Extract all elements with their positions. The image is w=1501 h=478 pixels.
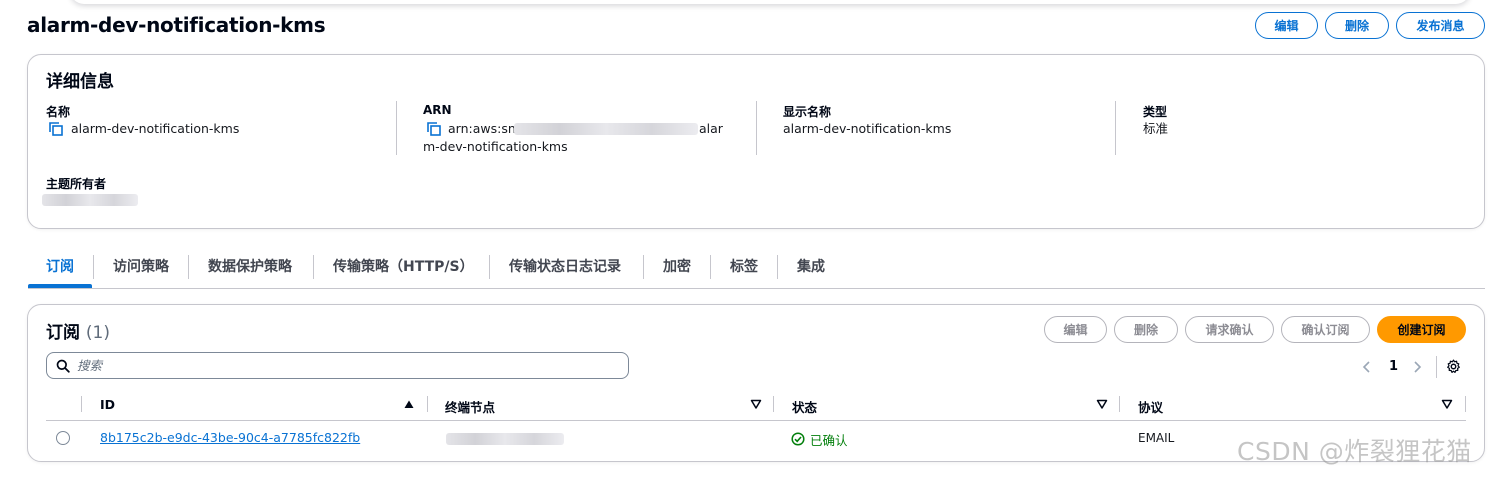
tab-divider	[710, 255, 711, 279]
delete-subscription-button[interactable]: 删除	[1114, 316, 1178, 343]
settings-gear-icon[interactable]	[1446, 359, 1461, 374]
delete-topic-button[interactable]: 删除	[1325, 12, 1389, 39]
tab-access-policy[interactable]: 访问策略	[113, 256, 169, 280]
page-title: alarm-dev-notification-kms	[27, 13, 326, 37]
tab-divider	[188, 255, 189, 279]
tab-divider	[643, 255, 644, 279]
tabs-baseline	[28, 288, 1485, 289]
sort-caret-down-icon[interactable]	[750, 398, 762, 410]
search-box[interactable]	[46, 352, 629, 379]
tab-encryption[interactable]: 加密	[663, 256, 691, 280]
details-title: 详细信息	[46, 72, 114, 92]
column-header-status[interactable]: 状态	[792, 397, 817, 416]
arn-value-start: arn:aws:sns	[448, 121, 523, 136]
subscription-id-link[interactable]: 8b175c2b-e9dc-43be-90c4-a7785fc822fb	[100, 430, 360, 445]
column-header-endpoint[interactable]: 终端节点	[445, 397, 495, 416]
arn-label: ARN	[423, 103, 452, 117]
column-divider	[1119, 396, 1120, 412]
column-divider	[396, 101, 397, 155]
tab-divider	[313, 255, 314, 279]
tab-tags[interactable]: 标签	[730, 256, 758, 280]
chevron-right-icon[interactable]	[1411, 360, 1423, 374]
status-badge: 已确认	[810, 433, 848, 448]
check-circle-icon	[791, 432, 805, 446]
sort-ascending-icon[interactable]	[403, 398, 415, 410]
request-confirmation-button[interactable]: 请求确认	[1185, 316, 1274, 343]
column-header-id[interactable]: ID	[100, 397, 115, 412]
tab-divider	[489, 255, 490, 279]
type-value: 标准	[1143, 121, 1169, 136]
redacted-account-id	[514, 123, 698, 135]
row-select-radio[interactable]	[56, 431, 70, 445]
tab-data-protection-policy[interactable]: 数据保护策略	[208, 256, 292, 280]
column-divider	[1465, 396, 1466, 412]
edit-subscription-button[interactable]: 编辑	[1044, 316, 1107, 343]
subscriptions-title-text: 订阅	[46, 323, 80, 343]
pagination-divider	[1436, 356, 1437, 378]
column-divider	[756, 101, 757, 155]
watermark: CSDN @炸裂狸花猫	[1237, 437, 1472, 466]
column-divider	[81, 396, 82, 412]
subscriptions-count: (1)	[85, 323, 111, 343]
name-value: alarm-dev-notification-kms	[71, 121, 240, 136]
subscriptions-title: 订阅 (1)	[46, 318, 110, 343]
protocol-value: EMAIL	[1138, 431, 1175, 445]
type-label: 类型	[1143, 105, 1168, 119]
confirm-subscription-button[interactable]: 确认订阅	[1281, 316, 1370, 343]
column-divider	[773, 396, 774, 412]
display-name-value: alarm-dev-notification-kms	[783, 121, 952, 136]
tab-divider	[93, 255, 94, 279]
current-page-number[interactable]: 1	[1389, 359, 1398, 374]
column-header-protocol[interactable]: 协议	[1138, 397, 1163, 416]
edit-topic-button[interactable]: 编辑	[1255, 12, 1318, 39]
publish-message-button[interactable]: 发布消息	[1396, 12, 1485, 39]
copy-icon[interactable]	[49, 122, 63, 136]
arn-value-end: alar	[699, 121, 723, 136]
owner-label: 主题所有者	[46, 177, 107, 191]
name-label: 名称	[46, 105, 71, 119]
arn-value-line2: m-dev-notification-kms	[423, 139, 568, 154]
tab-delivery-status-logging[interactable]: 传输状态日志记录	[509, 256, 621, 280]
display-name-label: 显示名称	[783, 105, 832, 119]
sort-caret-down-icon[interactable]	[1441, 398, 1453, 410]
create-subscription-button[interactable]: 创建订阅	[1377, 316, 1466, 343]
column-divider	[427, 396, 428, 412]
column-divider	[1115, 101, 1116, 155]
tab-delivery-policy[interactable]: 传输策略（HTTP/S）	[333, 256, 474, 280]
search-input[interactable]	[77, 357, 617, 374]
chevron-left-icon[interactable]	[1361, 360, 1373, 374]
search-icon	[56, 359, 70, 373]
redacted-owner-id	[42, 194, 138, 206]
redacted-endpoint	[446, 433, 564, 445]
tab-integrations[interactable]: 集成	[797, 256, 825, 280]
copy-icon[interactable]	[427, 122, 441, 136]
tab-subscriptions[interactable]: 订阅	[46, 256, 74, 280]
tab-divider	[777, 255, 778, 279]
table-header-separator	[46, 420, 1466, 421]
sort-caret-down-icon[interactable]	[1096, 398, 1108, 410]
top-navigation-edge	[70, 0, 1470, 4]
